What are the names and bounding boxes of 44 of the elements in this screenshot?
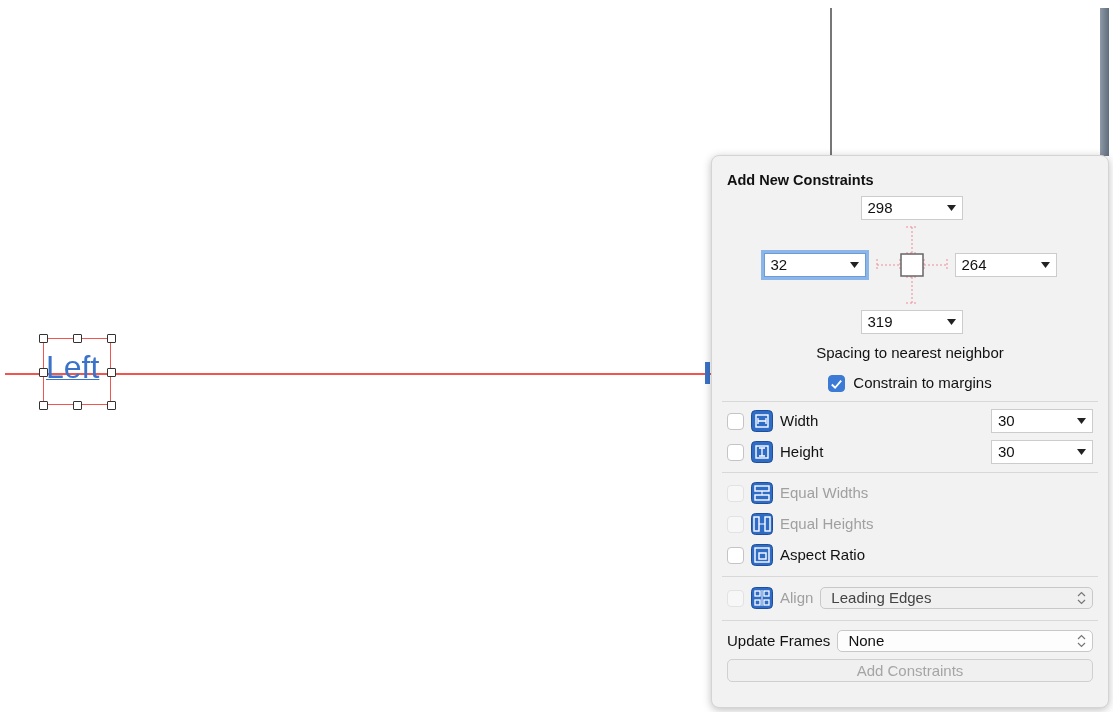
constraint-label: Equal Heights [780,514,874,534]
resize-handle[interactable] [39,334,48,343]
spacing-field[interactable]: 32 [763,252,866,277]
resize-handle[interactable] [107,401,116,410]
spacing-caption: Spacing to nearest neighbor [815,342,1005,363]
spacing-field[interactable]: 298 [860,195,963,220]
caret-icon [1077,418,1086,425]
resize-handle[interactable] [107,368,116,377]
caret-icon [946,318,956,325]
caret-icon [849,261,859,268]
popover-title: Add New Constraints [727,171,875,190]
align-label: Align [780,588,814,608]
checkbox[interactable] [727,412,744,430]
align-icon [751,587,773,610]
caret-icon [1040,261,1050,268]
checkbox[interactable] [828,375,846,392]
up-down-chevron-icon [1077,591,1086,606]
constraint-label: Height [780,442,825,462]
spacing-field[interactable]: 264 [954,252,1057,277]
checkbox[interactable] [727,546,744,564]
update-frames-label: Update Frames [727,630,831,651]
equal-heights-icon [751,513,773,536]
spacing-field[interactable]: 319 [860,309,963,334]
equal-widths-icon [751,482,773,505]
update-frames-popup-button[interactable]: None [837,629,1093,652]
constraint-label: Width [780,411,820,431]
resize-handle[interactable] [73,334,82,343]
constraint-label: Equal Widths [780,483,869,503]
caret-icon [1077,449,1086,456]
up-down-chevron-icon [1077,633,1086,648]
value-dropdown[interactable]: 30 [991,409,1093,434]
height-constraint-icon [751,441,773,464]
aspect-ratio-icon [751,544,773,567]
label-edge [705,362,710,384]
constraint-label: Aspect Ratio [780,545,866,565]
checkbox-label: Constrain to margins [853,373,992,394]
resize-handle[interactable] [107,334,116,343]
value-dropdown[interactable]: 30 [991,440,1093,465]
width-constraint-icon [751,410,773,433]
resize-handle[interactable] [73,401,82,410]
caret-icon [946,204,956,211]
resize-handle[interactable] [39,368,48,377]
checkbox[interactable] [727,443,744,461]
resize-handle[interactable] [39,401,48,410]
